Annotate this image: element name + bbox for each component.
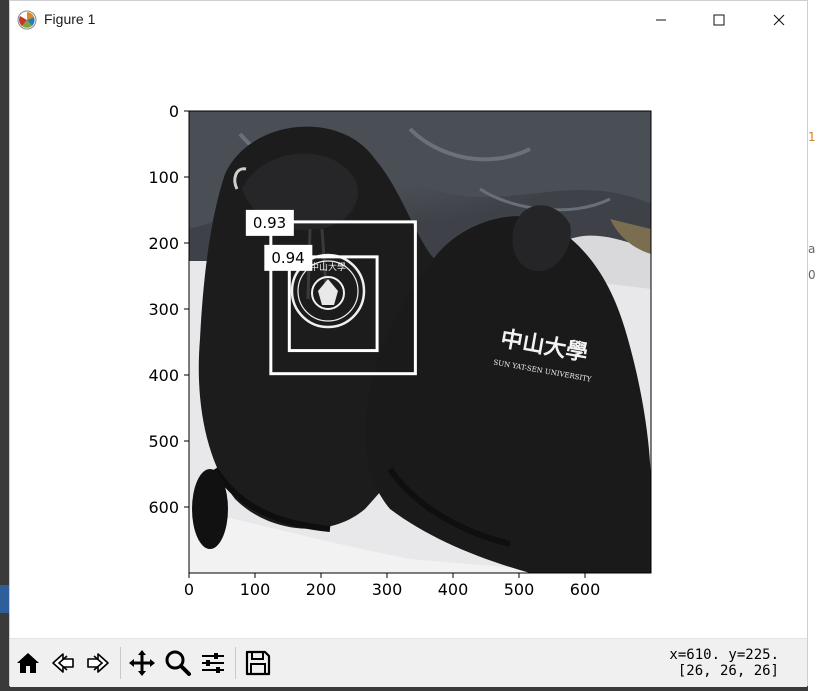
x-tick-label: 100	[240, 580, 271, 599]
x-tick-label: 0	[184, 580, 194, 599]
toolbar-separator	[120, 647, 121, 679]
zoom-icon	[165, 650, 191, 676]
y-tick-label: 100	[148, 168, 179, 187]
figure-window: Figure 1 中山大學 中山大學 SUN YAT-SEN UNIVERSIT…	[9, 0, 808, 687]
minimize-icon	[656, 19, 666, 21]
close-button[interactable]	[756, 1, 802, 39]
x-tick-label: 500	[504, 580, 535, 599]
home-button[interactable]	[13, 648, 43, 678]
navigation-toolbar: x=610. y=225. [26, 26, 26]	[10, 638, 807, 687]
background-fragment: a	[808, 242, 816, 256]
figure-canvas[interactable]: 中山大學 中山大學 SUN YAT-SEN UNIVERSITY 0 100 200…	[10, 39, 807, 637]
background-fragment: 0	[808, 268, 816, 282]
save-button[interactable]	[243, 648, 273, 678]
minimize-button[interactable]	[638, 1, 684, 39]
home-icon	[17, 653, 39, 673]
detection-score-label: 0.93	[253, 214, 286, 232]
pan-button[interactable]	[127, 648, 157, 678]
forward-button[interactable]	[83, 648, 113, 678]
save-icon	[245, 650, 271, 676]
image-plot[interactable]: 中山大學 中山大學 SUN YAT-SEN UNIVERSITY 0 100 200…	[10, 39, 807, 637]
y-tick-label: 400	[148, 366, 179, 385]
matplotlib-app-icon	[17, 10, 37, 30]
maximize-button[interactable]	[696, 1, 742, 39]
zoom-button[interactable]	[163, 648, 193, 678]
back-arrow-icon	[52, 653, 74, 673]
y-tick-label: 600	[148, 498, 179, 517]
close-icon	[773, 14, 785, 26]
x-axis: 0 100 200 300 400 500 600	[184, 573, 600, 599]
forward-arrow-icon	[87, 653, 109, 673]
cursor-coordinates: x=610. y=225.	[669, 647, 779, 663]
configure-subplots-icon	[202, 653, 224, 673]
window-title: Figure 1	[44, 11, 96, 27]
x-tick-label: 400	[438, 580, 469, 599]
y-tick-label: 200	[148, 234, 179, 253]
x-tick-label: 600	[570, 580, 601, 599]
hoodie-photo: 中山大學 中山大學 SUN YAT-SEN UNIVERSITY	[189, 111, 651, 573]
background-fragment: 1	[808, 130, 816, 144]
y-axis: 0 100 200 300 400 500 600	[148, 102, 189, 517]
configure-subplots-button[interactable]	[198, 648, 228, 678]
y-tick-label: 0	[169, 102, 179, 121]
seal-cjk-text: 中山大學	[310, 261, 346, 273]
y-tick-label: 500	[148, 432, 179, 451]
x-tick-label: 300	[372, 580, 403, 599]
detection-score-label: 0.94	[271, 249, 304, 267]
maximize-icon	[713, 14, 725, 26]
cursor-pixel-value: [26, 26, 26]	[677, 663, 779, 679]
pan-icon	[129, 650, 155, 676]
back-button[interactable]	[48, 648, 78, 678]
cursor-status: x=610. y=225. [26, 26, 26]	[669, 647, 779, 679]
background-app-edge: 1 a 0	[808, 0, 818, 691]
title-bar[interactable]: Figure 1	[10, 1, 807, 39]
y-tick-label: 300	[148, 300, 179, 319]
x-tick-label: 200	[306, 580, 337, 599]
toolbar-separator	[235, 647, 236, 679]
